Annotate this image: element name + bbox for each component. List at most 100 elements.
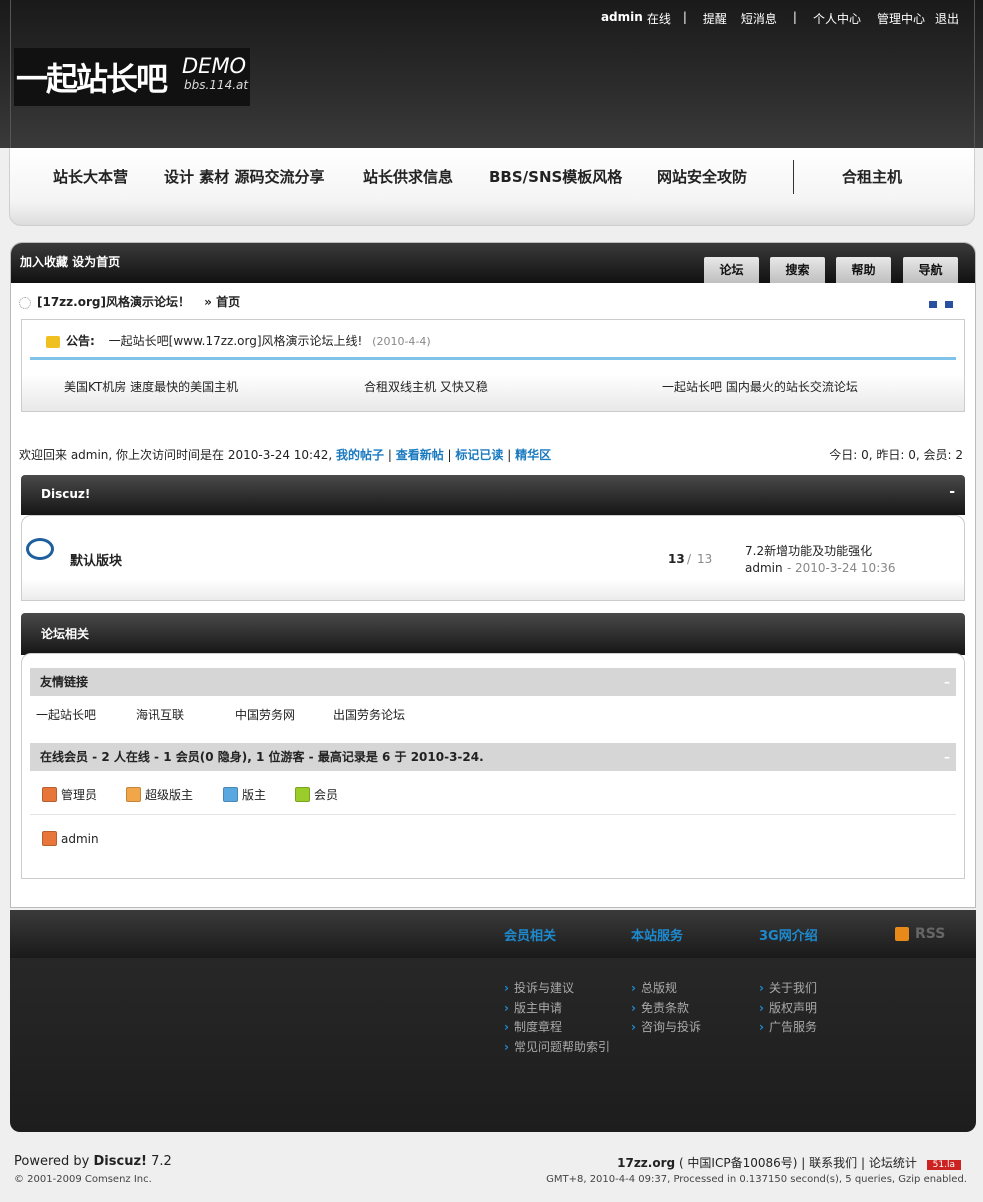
legend-admin: 管理员 <box>42 786 97 803</box>
notice-divider <box>30 357 956 360</box>
friend-links-header: 友情链接 – <box>30 668 956 696</box>
friend-link-3[interactable]: 中国劳务网 <box>235 706 295 723</box>
main-content: 加入收藏 设为首页 论坛 搜索 帮助 导航 [17zz.org]风格演示论坛！ … <box>10 242 976 908</box>
content-header: 加入收藏 设为首页 论坛 搜索 帮助 导航 <box>11 243 975 283</box>
notice-label: 公告: <box>66 334 95 348</box>
online-status: 在线 <box>646 12 671 26</box>
announcement-box: 公告: 一起站长吧[www.17zz.org]风格演示论坛上线! (2010-4… <box>21 319 965 412</box>
notice-text[interactable]: 一起站长吧[www.17zz.org]风格演示论坛上线! <box>109 334 363 348</box>
reminder-link[interactable]: 提醒 <box>703 10 727 27</box>
stats-link[interactable]: 论坛统计 <box>869 1156 917 1170</box>
nav-item-6[interactable]: 合租主机 <box>842 166 902 187</box>
ad-link-1[interactable]: 美国KT机房 速度最快的美国主机 <box>64 378 238 395</box>
online-user[interactable]: admin <box>42 831 99 846</box>
top-bar: admin 在线 | 提醒 短消息 | 个人中心 管理中心 退出 一起站长吧 DE… <box>0 0 983 148</box>
nav-item-3[interactable]: 站长供求信息 <box>363 166 453 187</box>
copyright: © 2001-2009 Comsenz Inc. <box>14 1174 152 1185</box>
nav-item-2[interactable]: 设计 素材 源码交流分享 <box>164 166 324 187</box>
footer-link[interactable]: 总版规 <box>631 979 677 996</box>
friend-link-4[interactable]: 出国劳务论坛 <box>333 706 405 723</box>
breadcrumb: [17zz.org]风格演示论坛！ » 首页 <box>19 293 240 310</box>
mark-read-link[interactable]: 标记已读 <box>455 448 503 462</box>
footer-link[interactable]: 广告服务 <box>759 1018 817 1035</box>
footer-col3-title: 3G网介绍 <box>759 929 818 944</box>
layout-toggle-icon-2[interactable] <box>945 301 953 308</box>
legend-mod: 版主 <box>223 786 266 803</box>
nav-divider <box>793 160 794 194</box>
footer-link[interactable]: 免责条款 <box>631 999 689 1016</box>
footer-link[interactable]: 制度章程 <box>504 1018 562 1035</box>
tab-guide[interactable]: 导航 <box>903 257 958 283</box>
loading-icon <box>19 296 31 309</box>
notice-date: (2010-4-4) <box>372 335 431 348</box>
forum-icon <box>26 538 54 560</box>
footer-link[interactable]: 咨询与投诉 <box>631 1018 701 1035</box>
pm-link[interactable]: 短消息 <box>741 10 777 27</box>
site-link[interactable]: 17zz.org <box>617 1156 675 1170</box>
friend-link-1[interactable]: 一起站长吧 <box>36 706 96 723</box>
last-post-time: 2010-3-24 10:36 <box>795 561 896 575</box>
logout-link[interactable]: 退出 <box>935 10 959 27</box>
site-info: 17zz.org ( 中国ICP备10086号) | 联系我们 | 论坛统计 5… <box>617 1154 961 1171</box>
post-count: 13 <box>697 552 713 566</box>
rss-icon <box>895 927 909 941</box>
last-post-title[interactable]: 7.2新增功能及功能强化 <box>745 542 872 559</box>
collapse-button[interactable]: - <box>949 484 955 500</box>
speaker-icon <box>46 335 60 348</box>
username[interactable]: admin <box>601 10 643 27</box>
tab-help[interactable]: 帮助 <box>836 257 891 283</box>
tab-search[interactable]: 搜索 <box>770 257 825 283</box>
category-header: Discuz! - <box>21 475 965 515</box>
ad-link-2[interactable]: 合租双线主机 又快又稳 <box>364 378 488 395</box>
crumb-home[interactable]: 首页 <box>216 295 240 309</box>
footer-link[interactable]: 版权声明 <box>759 999 817 1016</box>
contact-link[interactable]: 联系我们 <box>809 1156 857 1170</box>
site-logo[interactable]: 一起站长吧 DEMO bbs.114.at <box>14 48 250 106</box>
forum-stats: 今日: 0, 昨日: 0, 会员: 2 <box>829 448 963 462</box>
bottom-bar: Powered by Discuz! 7.2 © 2001-2009 Comse… <box>0 1136 983 1202</box>
member-icon <box>295 787 310 802</box>
profile-link[interactable]: 个人中心 <box>813 10 861 27</box>
layout-toggle-icon[interactable] <box>929 301 937 308</box>
welcome-line: 欢迎回来 admin, 你上次访问时间是在 2010-3-24 10:42, 我… <box>19 448 552 462</box>
legend-supermod: 超级版主 <box>126 786 193 803</box>
discuz-link[interactable]: Discuz! <box>94 1154 147 1169</box>
nav-item-4[interactable]: BBS/SNS模板风格 <box>489 166 622 187</box>
supermod-icon <box>126 787 141 802</box>
footer-col1-title: 会员相关 <box>504 929 557 944</box>
forum-name[interactable]: 默认版块 <box>70 550 122 569</box>
forum-row: 默认版块 13 / 13 7.2新增功能及功能强化 admin - 2010-3… <box>21 515 965 601</box>
51la-badge[interactable]: 51.la <box>926 1160 961 1170</box>
main-nav: 站长大本营 设计 素材 源码交流分享 站长供求信息 BBS/SNS模板风格 网站… <box>9 148 975 226</box>
footer: 会员相关 本站服务 3G网介绍 RSS 投诉与建议 版主申请 制度章程 常见问题… <box>10 910 976 1132</box>
mod-icon <box>223 787 238 802</box>
thread-count: 13 <box>668 552 685 566</box>
footer-link[interactable]: 版主申请 <box>504 999 562 1016</box>
top-links: admin 在线 | 提醒 短消息 | 个人中心 管理中心 退出 <box>600 10 959 27</box>
related-box: 友情链接 – 一起站长吧 海讯互联 中国劳务网 出国劳务论坛 在线会员 - 2 人… <box>21 653 965 879</box>
related-header: 论坛相关 <box>21 613 965 655</box>
rss-link[interactable]: RSS <box>895 926 945 942</box>
admin-link[interactable]: 管理中心 <box>877 10 925 27</box>
nav-item-5[interactable]: 网站安全攻防 <box>657 166 747 187</box>
footer-link[interactable]: 常见问题帮助索引 <box>504 1038 610 1055</box>
crumb-site[interactable]: [17zz.org]风格演示论坛！ <box>37 295 190 309</box>
footer-link[interactable]: 投诉与建议 <box>504 979 574 996</box>
footer-link[interactable]: 关于我们 <box>759 979 817 996</box>
new-posts-link[interactable]: 查看新帖 <box>396 448 444 462</box>
admin-icon <box>42 787 57 802</box>
ad-link-3[interactable]: 一起站长吧 国内最火的站长交流论坛 <box>662 378 858 395</box>
process-info: GMT+8, 2010-4-4 09:37, Processed in 0.13… <box>546 1174 967 1185</box>
category-title[interactable]: Discuz! <box>41 487 90 501</box>
nav-item-1[interactable]: 站长大本营 <box>53 166 128 187</box>
last-post-user[interactable]: admin <box>745 561 783 575</box>
friend-link-2[interactable]: 海讯互联 <box>136 706 184 723</box>
favorite-links[interactable]: 加入收藏 设为首页 <box>20 253 120 270</box>
digest-link[interactable]: 精华区 <box>515 448 551 462</box>
online-header: 在线会员 - 2 人在线 - 1 会员(0 隐身), 1 位游客 - 最高记录是… <box>30 743 956 771</box>
tab-forum[interactable]: 论坛 <box>704 257 759 283</box>
my-posts-link[interactable]: 我的帖子 <box>336 448 384 462</box>
legend-member: 会员 <box>295 786 338 803</box>
related-title: 论坛相关 <box>41 627 90 641</box>
user-admin-icon <box>42 831 57 846</box>
